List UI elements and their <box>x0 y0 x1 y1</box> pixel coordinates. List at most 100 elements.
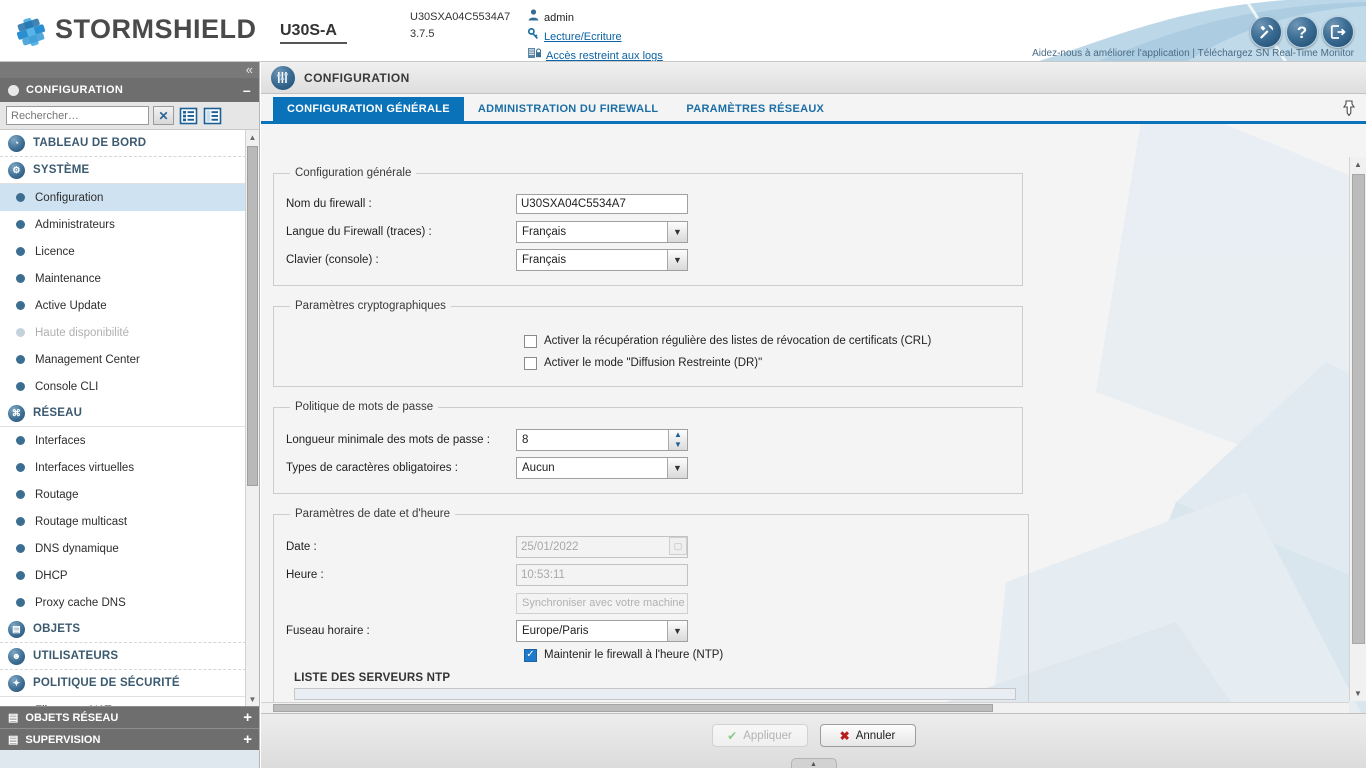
sidebar-group-2[interactable]: ⌘ RÉSEAU <box>0 400 246 427</box>
apply-label: Appliquer <box>743 729 792 742</box>
sidebar-group-0[interactable]: ◔ TABLEAU DE BORD <box>0 130 246 157</box>
bottom-panel-1[interactable]: ▤ SUPERVISION + <box>0 728 259 750</box>
restricted-logs-link[interactable]: Accès restreint aux logs <box>546 47 663 61</box>
sidebar-item-filtrage-et-nat[interactable]: Filtrage et NAT <box>0 697 246 706</box>
sidebar-item-proxy-cache-dns[interactable]: Proxy cache DNS <box>0 589 246 616</box>
search-clear-button[interactable]: ✕ <box>153 106 174 125</box>
sidebar-item-interfaces-virtuelles[interactable]: Interfaces virtuelles <box>0 454 246 481</box>
rights-link[interactable]: Lecture/Ecriture <box>544 28 622 47</box>
help-icon[interactable]: ? <box>1286 16 1318 48</box>
expand-icon[interactable]: + <box>243 709 252 726</box>
timezone-select[interactable]: Europe/Paris ▼ <box>516 620 688 642</box>
username: admin <box>544 12 574 24</box>
panel-collapse-icon[interactable]: – <box>243 82 251 98</box>
sidebar-scroll-up-icon[interactable]: ▲ <box>246 130 259 144</box>
action-buttons: ✔ Appliquer ✖ Annuler <box>711 724 916 747</box>
bullet-icon <box>16 571 25 580</box>
sidebar-item-label: Interfaces <box>35 434 86 447</box>
sidebar-item-console-cli[interactable]: Console CLI <box>0 373 246 400</box>
firewall-name-row: Nom du firewall : <box>286 191 1010 217</box>
sidebar-group-5[interactable]: ✦ POLITIQUE DE SÉCURITÉ <box>0 670 246 697</box>
rights-row[interactable]: Lecture/Ecriture <box>527 27 663 47</box>
bottom-panel-label: SUPERVISION <box>25 733 101 746</box>
sidebar-item-active-update[interactable]: Active Update <box>0 292 246 319</box>
sidebar-item-dhcp[interactable]: DHCP <box>0 562 246 589</box>
datetime-params-fieldset: Paramètres de date et d'heure Date : ▢ H… <box>273 508 1029 713</box>
time-label: Heure : <box>286 569 324 581</box>
expand-all-icon[interactable] <box>179 107 198 125</box>
ntp-servers-grid[interactable] <box>294 688 1016 700</box>
language-select[interactable]: Français ▼ <box>516 221 688 243</box>
sidebar-group-1[interactable]: ⚙ SYSTÈME <box>0 157 246 184</box>
stepper-buttons[interactable]: ▲ ▼ <box>668 430 687 450</box>
sidebar-item-maintenance[interactable]: Maintenance <box>0 265 246 292</box>
footer-expand-handle[interactable]: ▲ <box>790 758 837 768</box>
sidebar-scroll-down-icon[interactable]: ▼ <box>246 692 259 706</box>
cancel-button[interactable]: ✖ Annuler <box>819 724 916 747</box>
tab-1[interactable]: ADMINISTRATION DU FIREWALL <box>464 97 673 121</box>
sidebar-item-routage[interactable]: Routage <box>0 481 246 508</box>
search-input[interactable] <box>7 107 127 124</box>
bottom-panel-0[interactable]: ▤ OBJETS RÉSEAU + <box>0 706 259 728</box>
ntp-list-title: LISTE DES SERVEURS NTP <box>294 672 451 684</box>
logout-icon[interactable] <box>1322 16 1354 48</box>
date-input <box>516 536 688 558</box>
brand-name: STORMSHIELD <box>55 14 257 44</box>
sidebar-item-dns-dynamique[interactable]: DNS dynamique <box>0 535 246 562</box>
chevron-down-icon[interactable]: ▼ <box>667 250 687 270</box>
firewall-name-input[interactable] <box>516 194 688 214</box>
sidebar-group-4[interactable]: ☻ UTILISATEURS <box>0 643 246 670</box>
language-label: Langue du Firewall (traces) : <box>286 226 432 238</box>
keyboard-select[interactable]: Français ▼ <box>516 249 688 271</box>
char-types-select[interactable]: Aucun ▼ <box>516 457 688 479</box>
ntp-checkbox[interactable]: ✓ <box>524 648 537 662</box>
collapse-sidebar-icon[interactable]: « <box>246 62 253 77</box>
content-scroll-up-icon[interactable]: ▲ <box>1350 157 1366 172</box>
chevron-down-icon[interactable]: ▼ <box>667 458 687 478</box>
content-hscroll-thumb[interactable] <box>273 704 993 712</box>
chevron-down-icon[interactable]: ▼ <box>667 222 687 242</box>
page-header: CONFIGURATION <box>261 62 1366 94</box>
tab-0[interactable]: CONFIGURATION GÉNÉRALE <box>273 97 464 121</box>
min-length-stepper[interactable]: 8 ▲ ▼ <box>516 429 688 451</box>
sidebar-scrollbar[interactable]: ▲ ▼ <box>245 130 259 706</box>
dr-mode-checkbox[interactable] <box>524 356 537 370</box>
cancel-label: Annuler <box>855 729 896 742</box>
sidebar-group-label: UTILISATEURS <box>33 650 119 662</box>
stepper-down-icon[interactable]: ▼ <box>669 440 687 450</box>
expand-icon[interactable]: + <box>243 731 252 748</box>
sidebar-item-management-center[interactable]: Management Center <box>0 346 246 373</box>
sidebar-item-interfaces[interactable]: Interfaces <box>0 427 246 454</box>
search-box[interactable] <box>6 106 149 125</box>
logs-row[interactable]: Accès restreint aux logs <box>528 47 663 61</box>
sidebar-item-licence[interactable]: Licence <box>0 238 246 265</box>
general-config-fieldset: Configuration générale Nom du firewall :… <box>273 167 1023 286</box>
content-scroll-thumb[interactable] <box>1352 174 1365 644</box>
sidebar-panel-header[interactable]: CONFIGURATION – <box>0 78 259 102</box>
sidebar-item-administrateurs[interactable]: Administrateurs <box>0 211 246 238</box>
chevron-down-icon[interactable]: ▼ <box>667 621 687 641</box>
bullet-icon <box>16 220 25 229</box>
pin-icon[interactable] <box>1342 100 1358 117</box>
stepper-up-icon[interactable]: ▲ <box>669 430 687 440</box>
bullet-icon <box>16 355 25 364</box>
sidebar-panel-title: CONFIGURATION <box>26 84 124 96</box>
sidebar-item-routage-multicast[interactable]: Routage multicast <box>0 508 246 535</box>
download-monitor-link[interactable]: Téléchargez SN Real-Time Monitor <box>1198 48 1354 59</box>
key-icon <box>527 27 539 47</box>
content-vertical-scrollbar[interactable]: ▲ ▼ <box>1349 157 1366 701</box>
tools-icon[interactable] <box>1250 16 1282 48</box>
time-row: Heure : <box>286 562 1016 588</box>
content-scroll-down-icon[interactable]: ▼ <box>1350 686 1366 701</box>
sidebar-item-configuration[interactable]: Configuration <box>0 184 246 211</box>
tab-2[interactable]: PARAMÈTRES RÉSEAUX <box>672 97 838 121</box>
apply-button: ✔ Appliquer <box>711 724 808 747</box>
collapse-all-icon[interactable] <box>203 107 222 125</box>
sidebar-nav-list[interactable]: ◔ TABLEAU DE BORD ⚙ SYSTÈME Configuration Adm… <box>0 130 246 706</box>
keyboard-label: Clavier (console) : <box>286 254 379 266</box>
content-horizontal-scrollbar[interactable] <box>261 702 1349 713</box>
sidebar-group-3[interactable]: ▤ OBJETS <box>0 616 246 643</box>
objects-icon: ▤ <box>8 712 19 724</box>
sidebar-scroll-thumb[interactable] <box>247 146 258 486</box>
crl-checkbox[interactable] <box>524 334 537 348</box>
